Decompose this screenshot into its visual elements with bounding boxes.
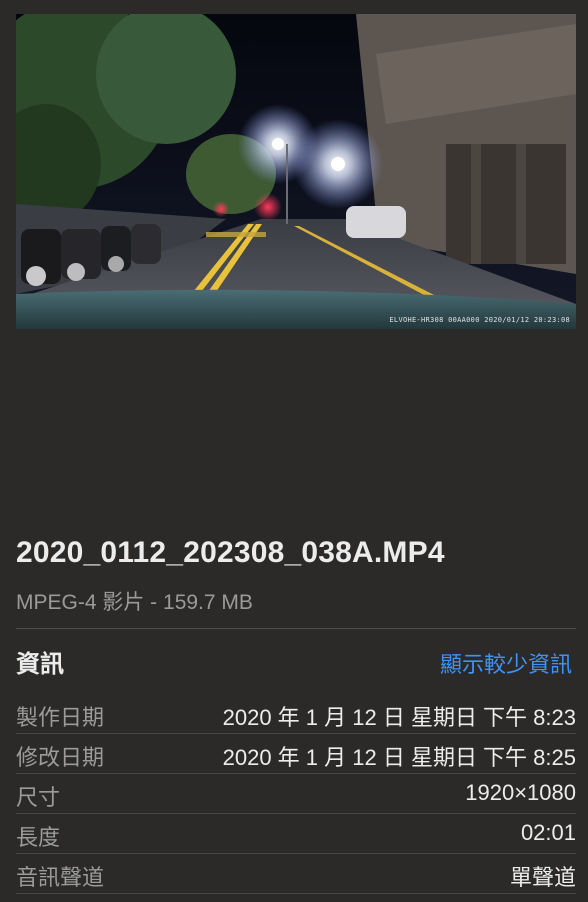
info-row-value: 1920×1080	[465, 780, 576, 805]
info-row-label: 製作日期	[16, 705, 105, 730]
info-section-title: 資訊	[16, 651, 64, 678]
info-row-label: 尺寸	[16, 785, 61, 810]
info-row-dimensions: 尺寸 1920×1080	[16, 774, 576, 814]
dashcam-timestamp-overlay: ELVOHE-HR308 00AA000 2020/01/12 20:23:08	[389, 316, 570, 324]
file-name-title: 2020_0112_202308_038A.MP4	[16, 536, 445, 569]
file-kind-size: MPEG-4 影片 - 159.7 MB	[16, 591, 253, 614]
video-preview-thumbnail[interactable]: ELVOHE-HR308 00AA000 2020/01/12 20:23:08	[16, 14, 576, 329]
file-info-panel: ELVOHE-HR308 00AA000 2020/01/12 20:23:08…	[0, 0, 588, 902]
info-row-value: 02:01	[520, 820, 576, 845]
info-row-audio-channels: 音訊聲道 單聲道	[16, 854, 576, 894]
section-divider	[16, 628, 576, 629]
info-row-value: 2020 年 1 月 12 日 星期日 下午 8:23	[222, 705, 576, 730]
info-row-value: 2020 年 1 月 12 日 星期日 下午 8:25	[222, 745, 576, 770]
info-rows: 製作日期 2020 年 1 月 12 日 星期日 下午 8:23 修改日期 20…	[16, 694, 576, 894]
info-row-label: 長度	[16, 825, 61, 850]
info-row-duration: 長度 02:01	[16, 814, 576, 854]
info-row-modified: 修改日期 2020 年 1 月 12 日 星期日 下午 8:25	[16, 734, 576, 774]
night-street-scene-image	[16, 14, 576, 329]
info-row-value: 單聲道	[509, 865, 576, 890]
info-row-label: 音訊聲道	[16, 865, 105, 890]
show-less-info-link[interactable]: 顯示較少資訊	[440, 647, 572, 679]
info-row-label: 修改日期	[16, 745, 105, 770]
info-row-created: 製作日期 2020 年 1 月 12 日 星期日 下午 8:23	[16, 694, 576, 734]
info-section-header: 資訊 顯示較少資訊	[16, 644, 572, 678]
